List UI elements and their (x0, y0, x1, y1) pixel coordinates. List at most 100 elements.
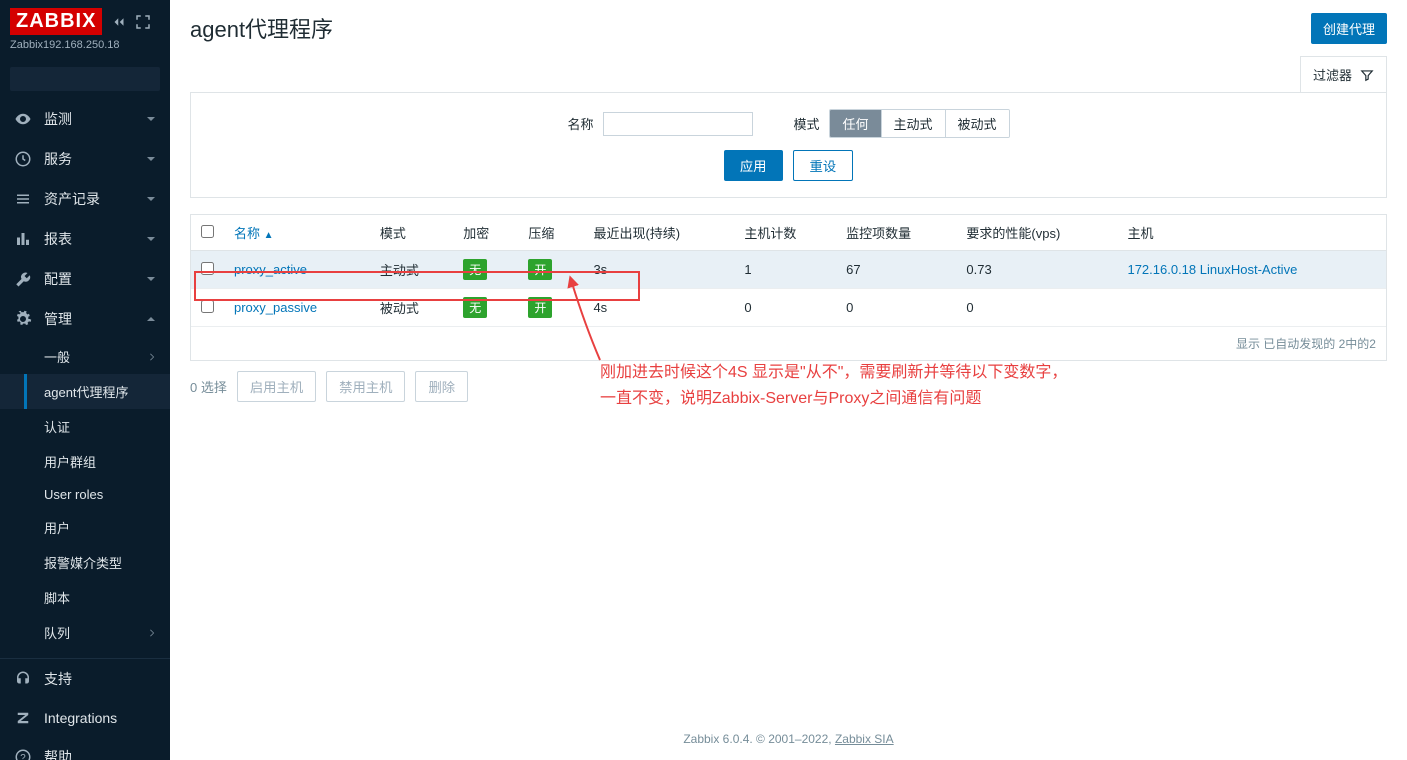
cell-vps: 0.73 (956, 251, 1117, 289)
mode-any[interactable]: 任何 (830, 110, 881, 137)
nav-label: 监测 (44, 109, 146, 129)
clock-icon (14, 150, 32, 168)
sidebar-header: ZABBIX Zabbix192.168.250.18 (0, 0, 170, 59)
nav-label: 帮助 (44, 747, 156, 760)
chevron-down-icon (146, 234, 156, 244)
page-title: agent代理程序 (190, 12, 333, 44)
main: agent代理程序 创建代理 过滤器 名称 模式 任何 主动式 (170, 0, 1407, 760)
nav-integrations[interactable]: Integrations (0, 699, 170, 737)
encrypt-badge: 无 (463, 297, 487, 318)
sub-proxies[interactable]: agent代理程序 (0, 374, 170, 409)
cell-age: 4s (583, 289, 734, 327)
sub-auth[interactable]: 认证 (0, 409, 170, 444)
sub-user-roles[interactable]: User roles (0, 479, 170, 510)
mode-passive[interactable]: 被动式 (946, 110, 1009, 137)
chevron-up-icon (146, 314, 156, 324)
col-host-link: 主机 (1117, 215, 1386, 251)
chevron-right-icon (148, 353, 156, 361)
reset-button[interactable]: 重设 (793, 150, 854, 181)
nav-label: 服务 (44, 149, 146, 169)
nav-monitoring[interactable]: 监测 (0, 99, 170, 139)
search-box[interactable] (10, 67, 160, 91)
fullscreen-icon[interactable] (134, 13, 152, 31)
list-icon (14, 190, 32, 208)
sub-users[interactable]: 用户 (0, 510, 170, 545)
disable-hosts-button[interactable]: 禁用主机 (326, 371, 405, 402)
filter-toggle[interactable]: 过滤器 (1300, 56, 1387, 92)
col-name[interactable]: 名称 ▲ (224, 215, 370, 251)
gear-icon (14, 310, 32, 328)
table-row: proxy_active 主动式 无 开 3s 1 67 0.73 172.16… (191, 251, 1386, 289)
nav-label: 支持 (44, 669, 156, 689)
page-footer: Zabbix 6.0.4. © 2001–2022, Zabbix SIA (170, 718, 1407, 760)
collapse-icon[interactable] (110, 13, 128, 31)
cell-hosts: 1 (734, 251, 836, 289)
mode-active[interactable]: 主动式 (882, 110, 946, 137)
compress-badge: 开 (528, 259, 552, 280)
compress-badge: 开 (528, 297, 552, 318)
cell-mode: 被动式 (370, 289, 453, 327)
nav-config[interactable]: 配置 (0, 259, 170, 299)
sub-user-groups[interactable]: 用户群组 (0, 444, 170, 479)
table-footer: 显示 已自动发现的 2中的2 (191, 327, 1386, 360)
create-proxy-button[interactable]: 创建代理 (1311, 13, 1387, 44)
proxy-table: 名称 ▲ 模式 加密 压缩 最近出现(持续) 主机计数 监控项数量 要求的性能(… (190, 214, 1387, 361)
proxy-name-link[interactable]: proxy_passive (234, 300, 317, 315)
footer-link[interactable]: Zabbix SIA (835, 732, 894, 746)
nav-support[interactable]: 支持 (0, 659, 170, 699)
col-hosts: 主机计数 (734, 215, 836, 251)
sub-general[interactable]: 一般 (0, 339, 170, 374)
selected-count: 0 选择 (190, 377, 227, 396)
sub-media-types[interactable]: 报警媒介类型 (0, 545, 170, 580)
filter-panel: 名称 模式 任何 主动式 被动式 应用 重设 (190, 92, 1387, 198)
filter-bar: 过滤器 (170, 56, 1407, 92)
nav-label: 报表 (44, 229, 146, 249)
host-link[interactable]: 172.16.0.18 LinuxHost-Active (1127, 262, 1297, 277)
row-checkbox[interactable] (201, 300, 214, 313)
nav-services[interactable]: 服务 (0, 139, 170, 179)
cell-vps: 0 (956, 289, 1117, 327)
filter-mode-group: 模式 任何 主动式 被动式 (793, 109, 1009, 138)
mode-radio-group: 任何 主动式 被动式 (829, 109, 1009, 138)
nav-label: 管理 (44, 309, 146, 329)
chart-icon (14, 230, 32, 248)
row-checkbox[interactable] (201, 262, 214, 275)
svg-text:?: ? (20, 753, 26, 760)
nav-admin-sub: 一般 agent代理程序 认证 用户群组 User roles 用户 报警媒介类… (0, 339, 170, 650)
apply-button[interactable]: 应用 (724, 150, 783, 181)
chevron-right-icon (148, 629, 156, 637)
enable-hosts-button[interactable]: 启用主机 (237, 371, 316, 402)
headset-icon (14, 670, 32, 688)
search-input[interactable] (16, 72, 192, 87)
bulk-actions: 0 选择 启用主机 禁用主机 删除 (170, 361, 1407, 412)
nav: 监测 服务 资产记录 报表 配置 (0, 99, 170, 760)
nav-reports[interactable]: 报表 (0, 219, 170, 259)
chevron-down-icon (146, 114, 156, 124)
nav-inventory[interactable]: 资产记录 (0, 179, 170, 219)
chevron-down-icon (146, 154, 156, 164)
nav-admin[interactable]: 管理 (0, 299, 170, 339)
delete-button[interactable]: 删除 (415, 371, 468, 402)
nav-label: 资产记录 (44, 189, 146, 209)
select-all-checkbox[interactable] (201, 225, 214, 238)
col-age: 最近出现(持续) (583, 215, 734, 251)
proxy-name-link[interactable]: proxy_active (234, 262, 307, 277)
z-icon (14, 709, 32, 727)
table-row: proxy_passive 被动式 无 开 4s 0 0 0 (191, 289, 1386, 327)
filter-icon (1360, 68, 1374, 82)
help-icon: ? (14, 748, 32, 760)
col-mode: 模式 (370, 215, 453, 251)
nav-label: 配置 (44, 269, 146, 289)
cell-items: 67 (836, 251, 956, 289)
filter-name-input[interactable] (603, 112, 753, 136)
cell-host-link (1117, 289, 1386, 327)
eye-icon (14, 110, 32, 128)
sub-scripts[interactable]: 脚本 (0, 580, 170, 615)
sub-queue[interactable]: 队列 (0, 615, 170, 650)
chevron-down-icon (146, 274, 156, 284)
nav-help[interactable]: ? 帮助 (0, 737, 170, 760)
nav-bottom: 支持 Integrations ? 帮助 (0, 658, 170, 760)
cell-mode: 主动式 (370, 251, 453, 289)
col-encrypt: 加密 (453, 215, 518, 251)
zabbix-logo[interactable]: ZABBIX (10, 8, 102, 35)
